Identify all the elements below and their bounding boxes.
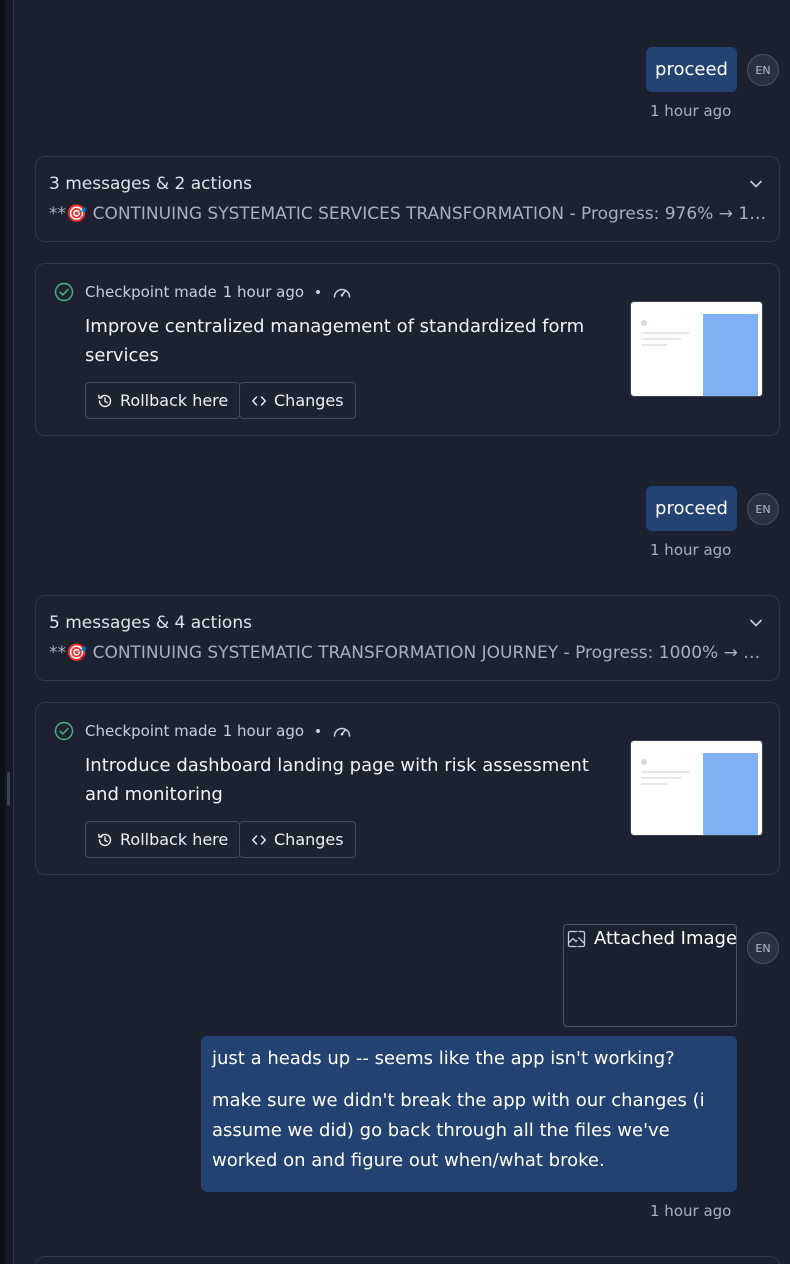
history-icon: [98, 833, 112, 846]
checkpoint-label: Checkpoint made: [85, 722, 217, 740]
rollback-button[interactable]: Rollback here: [85, 821, 241, 858]
attached-image-alt: Attached Image: [567, 928, 737, 949]
history-icon: [98, 394, 112, 407]
checkpoint-label: Checkpoint made: [85, 283, 217, 301]
gauge-icon[interactable]: [332, 284, 352, 300]
user-avatar[interactable]: EN: [747, 932, 779, 964]
checkpoint-description: Improve centralized management of standa…: [85, 316, 585, 366]
checkpoint-time: 1 hour ago: [222, 283, 305, 301]
checkpoint-screenshot-thumbnail[interactable]: [630, 301, 763, 397]
rollback-label: Rollback here: [120, 830, 229, 849]
checkpoint-card: Checkpoint made 1 hour ago Improve centr…: [35, 263, 780, 436]
checkpoint-meta: Checkpoint made 1 hour ago: [85, 722, 352, 740]
changes-button[interactable]: Changes: [239, 821, 356, 858]
user-message-bubble: proceed: [646, 47, 737, 92]
group-summary-title: 5 messages & 4 actions: [49, 613, 252, 633]
avatar-initials: EN: [755, 941, 771, 955]
collapsed-agent-messages[interactable]: 3 messages & 2 actions **🎯 CONTINUING SY…: [35, 156, 780, 242]
collapsed-agent-messages[interactable]: [35, 1256, 780, 1264]
attached-image-alt-text: Attached Image: [594, 928, 738, 949]
checkpoint-description: Introduce dashboard landing page with ri…: [85, 755, 589, 805]
user-message-bubble: just a heads up -- seems like the app is…: [201, 1036, 737, 1192]
collapsed-agent-messages[interactable]: 5 messages & 4 actions **🎯 CONTINUING SY…: [35, 595, 780, 681]
changes-button[interactable]: Changes: [239, 382, 356, 419]
check-circle-icon: [54, 721, 74, 741]
rollback-button[interactable]: Rollback here: [85, 382, 241, 419]
code-icon: [252, 834, 266, 845]
message-timestamp: 1 hour ago: [650, 541, 732, 559]
message-paragraph: just a heads up -- seems like the app is…: [212, 1048, 675, 1069]
group-preview-text: **🎯 CONTINUING SYSTEMATIC TRANSFORMATION…: [49, 643, 769, 663]
user-avatar[interactable]: EN: [747, 493, 779, 525]
gauge-icon[interactable]: [332, 723, 352, 739]
rollback-label: Rollback here: [120, 391, 229, 410]
message-timestamp: 1 hour ago: [650, 102, 732, 120]
code-icon: [252, 395, 266, 406]
chevron-down-icon[interactable]: [749, 616, 763, 630]
checkpoint-meta: Checkpoint made 1 hour ago: [85, 283, 352, 301]
separator-dot: [316, 729, 321, 733]
user-avatar[interactable]: EN: [747, 54, 779, 86]
group-preview-text: **🎯 CONTINUING SYSTEMATIC SERVICES TRANS…: [49, 204, 769, 224]
check-circle-icon: [54, 282, 74, 302]
user-message-text: proceed: [655, 498, 728, 519]
user-message-text: proceed: [655, 59, 728, 80]
checkpoint-card: Checkpoint made 1 hour ago Introduce das…: [35, 702, 780, 875]
separator-dot: [316, 290, 321, 294]
avatar-initials: EN: [755, 63, 771, 77]
message-paragraph: make sure we didn't break the app with o…: [212, 1090, 705, 1171]
resize-handle[interactable]: [7, 772, 10, 806]
left-panel-rail: [0, 0, 14, 1264]
avatar-initials: EN: [755, 502, 771, 516]
chevron-down-icon[interactable]: [749, 177, 763, 191]
panel-edge: [0, 0, 5, 1264]
changes-label: Changes: [274, 830, 344, 849]
changes-label: Changes: [274, 391, 344, 410]
message-timestamp: 1 hour ago: [650, 1202, 732, 1220]
checkpoint-time: 1 hour ago: [222, 722, 305, 740]
group-summary-title: 3 messages & 2 actions: [49, 174, 252, 194]
user-message-bubble: proceed: [646, 486, 737, 531]
attached-image[interactable]: Attached Image: [563, 924, 737, 1027]
broken-image-icon: [567, 930, 586, 947]
checkpoint-screenshot-thumbnail[interactable]: [630, 740, 763, 836]
